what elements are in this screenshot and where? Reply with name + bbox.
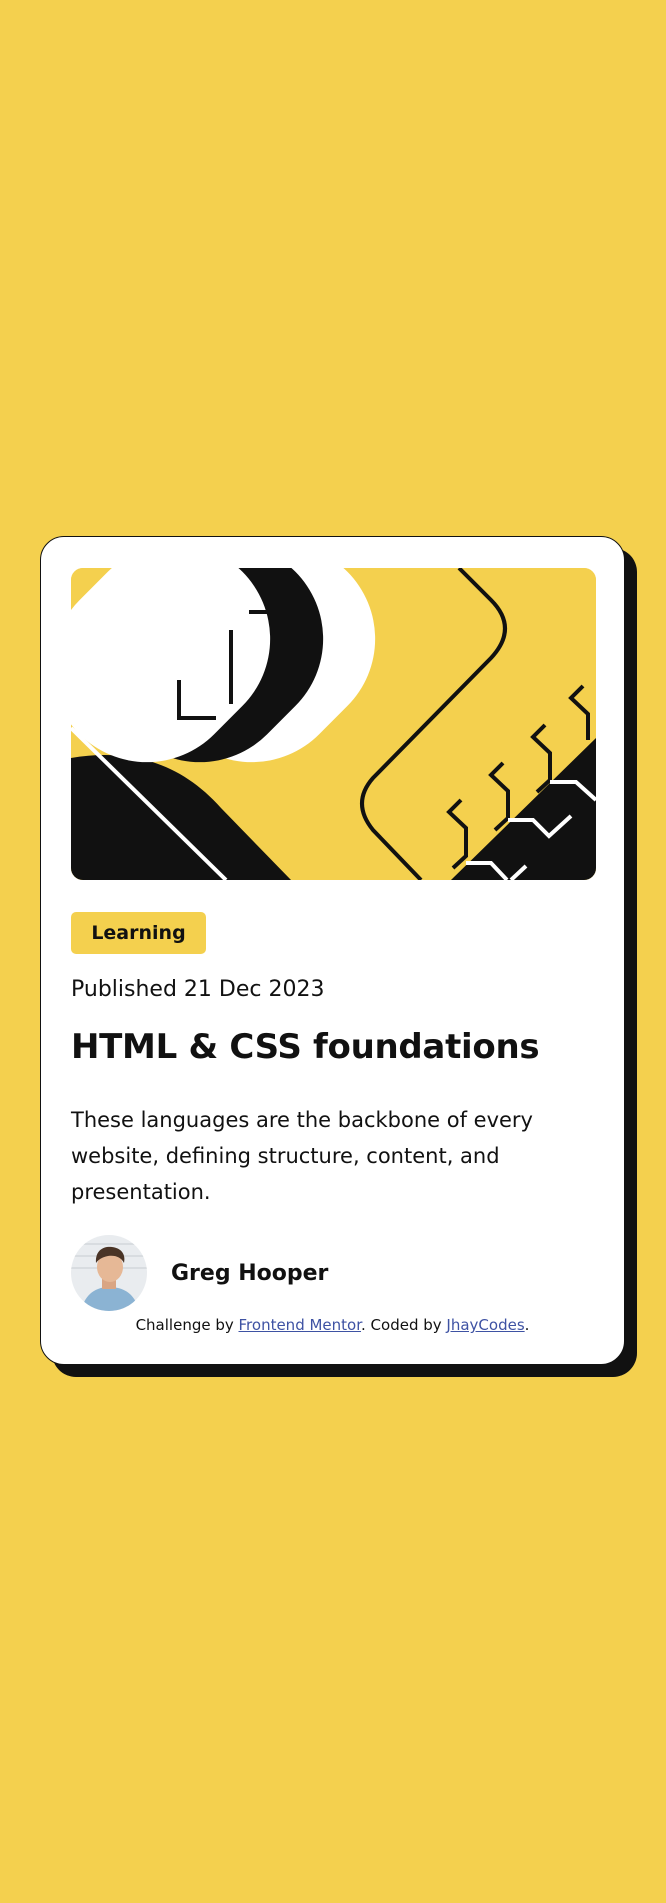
category-tag: Learning	[71, 912, 206, 954]
attribution-prefix: Challenge by	[135, 1316, 239, 1334]
publish-date: Published 21 Dec 2023	[71, 977, 325, 1002]
author: Greg Hooper	[71, 1235, 328, 1311]
author-name: Greg Hooper	[171, 1260, 329, 1286]
attribution-middle: . Coded by	[361, 1316, 447, 1334]
card-description: These languages are the backbone of ever…	[71, 1108, 533, 1204]
blog-preview-card: Learning Published 21 Dec 2023 HTML & CS…	[40, 536, 625, 1365]
frontend-mentor-link[interactable]: Frontend Mentor	[239, 1316, 362, 1334]
attribution: Challenge by Frontend Mentor. Coded by J…	[41, 1316, 624, 1334]
coder-link[interactable]: JhayCodes	[446, 1316, 524, 1334]
avatar	[71, 1235, 147, 1311]
attribution-suffix: .	[524, 1316, 530, 1334]
hero-illustration	[71, 568, 596, 880]
card-title[interactable]: HTML & CSS foundations	[71, 1027, 540, 1067]
